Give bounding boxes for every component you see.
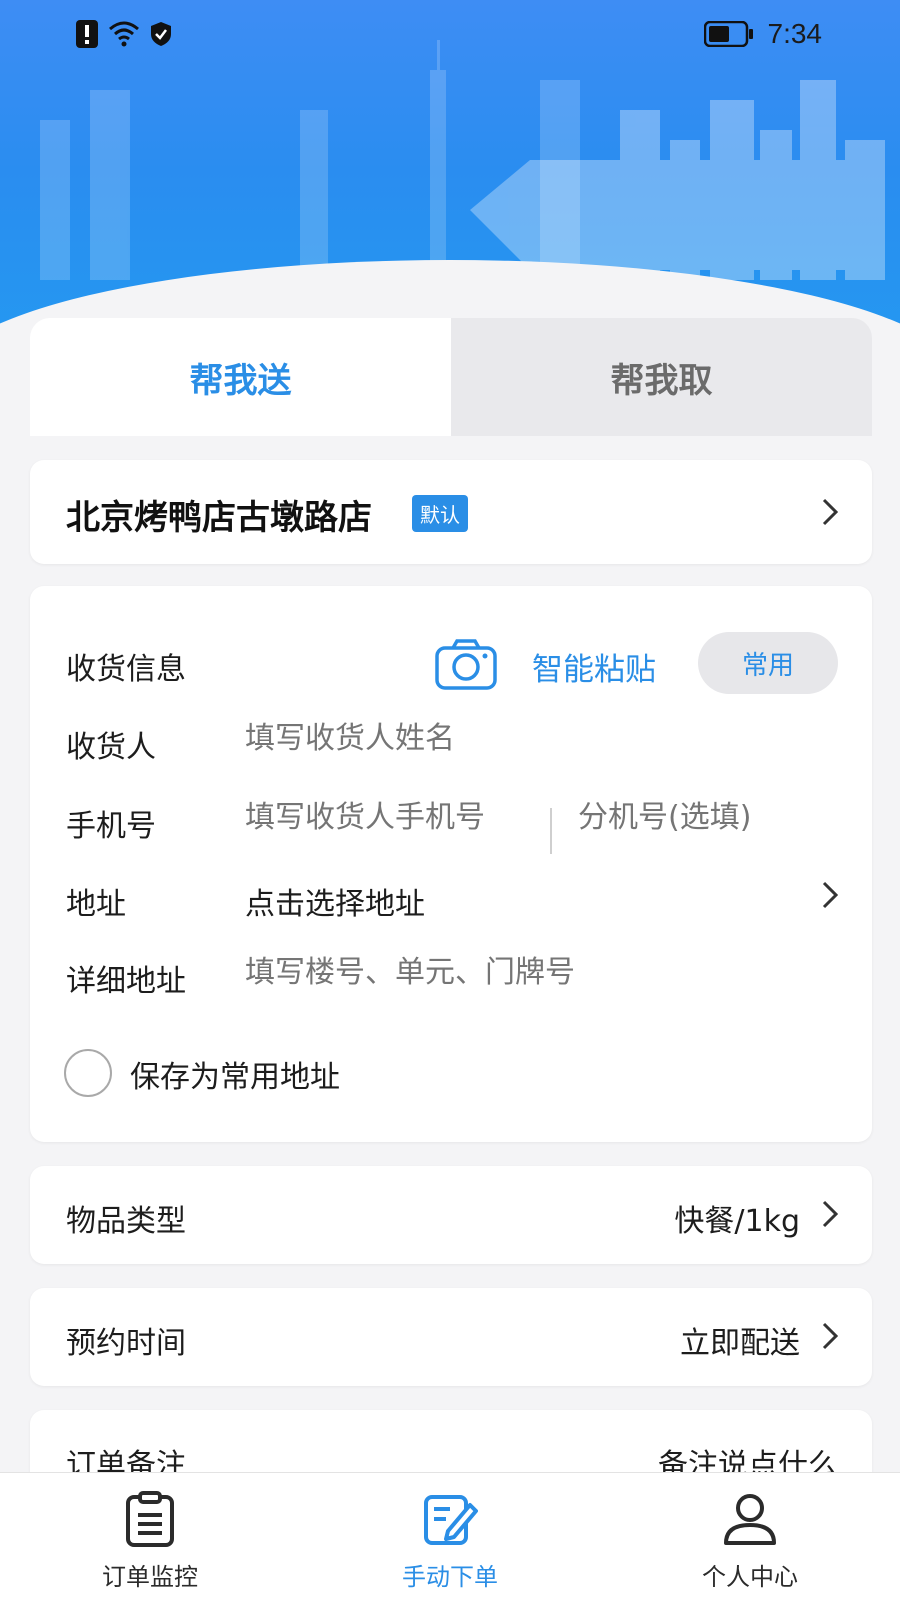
item-type-label: 物品类型 — [66, 1204, 186, 1239]
schedule-time-label: 预约时间 — [66, 1326, 186, 1361]
extension-input[interactable] — [578, 795, 838, 839]
shield-icon — [151, 22, 171, 46]
detail-address-input[interactable] — [245, 950, 835, 994]
chevron-right-icon — [822, 1322, 838, 1350]
receiver-section-title: 收货信息 — [66, 652, 186, 687]
default-badge: 默认 — [412, 495, 468, 532]
detail-address-label: 详细地址 — [66, 964, 186, 999]
camera-icon[interactable] — [435, 638, 497, 690]
battery-icon — [703, 21, 753, 47]
nav-label: 手动下单 — [402, 1563, 498, 1591]
chevron-right-icon[interactable] — [822, 881, 838, 909]
phone-label: 手机号 — [66, 809, 156, 844]
receiver-name-input[interactable] — [245, 716, 805, 760]
nav-label: 订单监控 — [102, 1563, 198, 1591]
phone-divider — [550, 808, 552, 854]
receiver-name-label: 收货人 — [66, 730, 156, 765]
tab-help-send[interactable]: 帮我送 — [30, 318, 451, 436]
chevron-right-icon — [822, 1200, 838, 1228]
alert-icon — [76, 20, 98, 48]
tab-help-pickup[interactable]: 帮我取 — [451, 318, 872, 436]
store-name: 北京烤鸭店古墩路店 — [66, 498, 372, 538]
schedule-time-row[interactable]: 预约时间 立即配送 — [30, 1288, 872, 1386]
address-label: 地址 — [66, 887, 126, 922]
common-address-button[interactable]: 常用 — [698, 632, 838, 694]
item-type-value: 快餐/1kg — [674, 1204, 800, 1239]
delivery-mode-tabs: 帮我送 帮我取 — [30, 318, 872, 436]
clipboard-icon — [126, 1491, 174, 1547]
receiver-info-card: 收货信息 智能粘贴 常用 收货人 手机号 地址 点击选择地址 详细地址 保存为常… — [30, 586, 872, 1142]
nav-manual-order[interactable]: 手动下单 — [300, 1473, 600, 1600]
schedule-time-value: 立即配送 — [680, 1326, 800, 1361]
user-icon — [724, 1494, 776, 1545]
status-time: 7:34 — [767, 18, 823, 49]
save-address-radio[interactable] — [64, 1049, 112, 1097]
phone-input[interactable] — [245, 795, 535, 839]
chevron-right-icon — [822, 498, 838, 526]
edit-icon — [424, 1495, 478, 1545]
save-address-label[interactable]: 保存为常用地址 — [130, 1052, 340, 1096]
address-selector[interactable]: 点击选择地址 — [245, 879, 425, 923]
nav-order-monitor[interactable]: 订单监控 — [0, 1473, 300, 1600]
item-type-row[interactable]: 物品类型 快餐/1kg — [30, 1166, 872, 1264]
nav-profile[interactable]: 个人中心 — [600, 1473, 900, 1600]
status-bar: 7:34 — [0, 0, 900, 72]
nav-label: 个人中心 — [702, 1563, 798, 1591]
smart-paste-button[interactable]: 智能粘贴 — [532, 644, 656, 689]
bottom-navigation: 订单监控 手动下单 个人中心 — [0, 1472, 900, 1600]
wifi-icon — [109, 21, 139, 47]
store-selector[interactable]: 北京烤鸭店古墩路店 默认 — [30, 460, 872, 564]
